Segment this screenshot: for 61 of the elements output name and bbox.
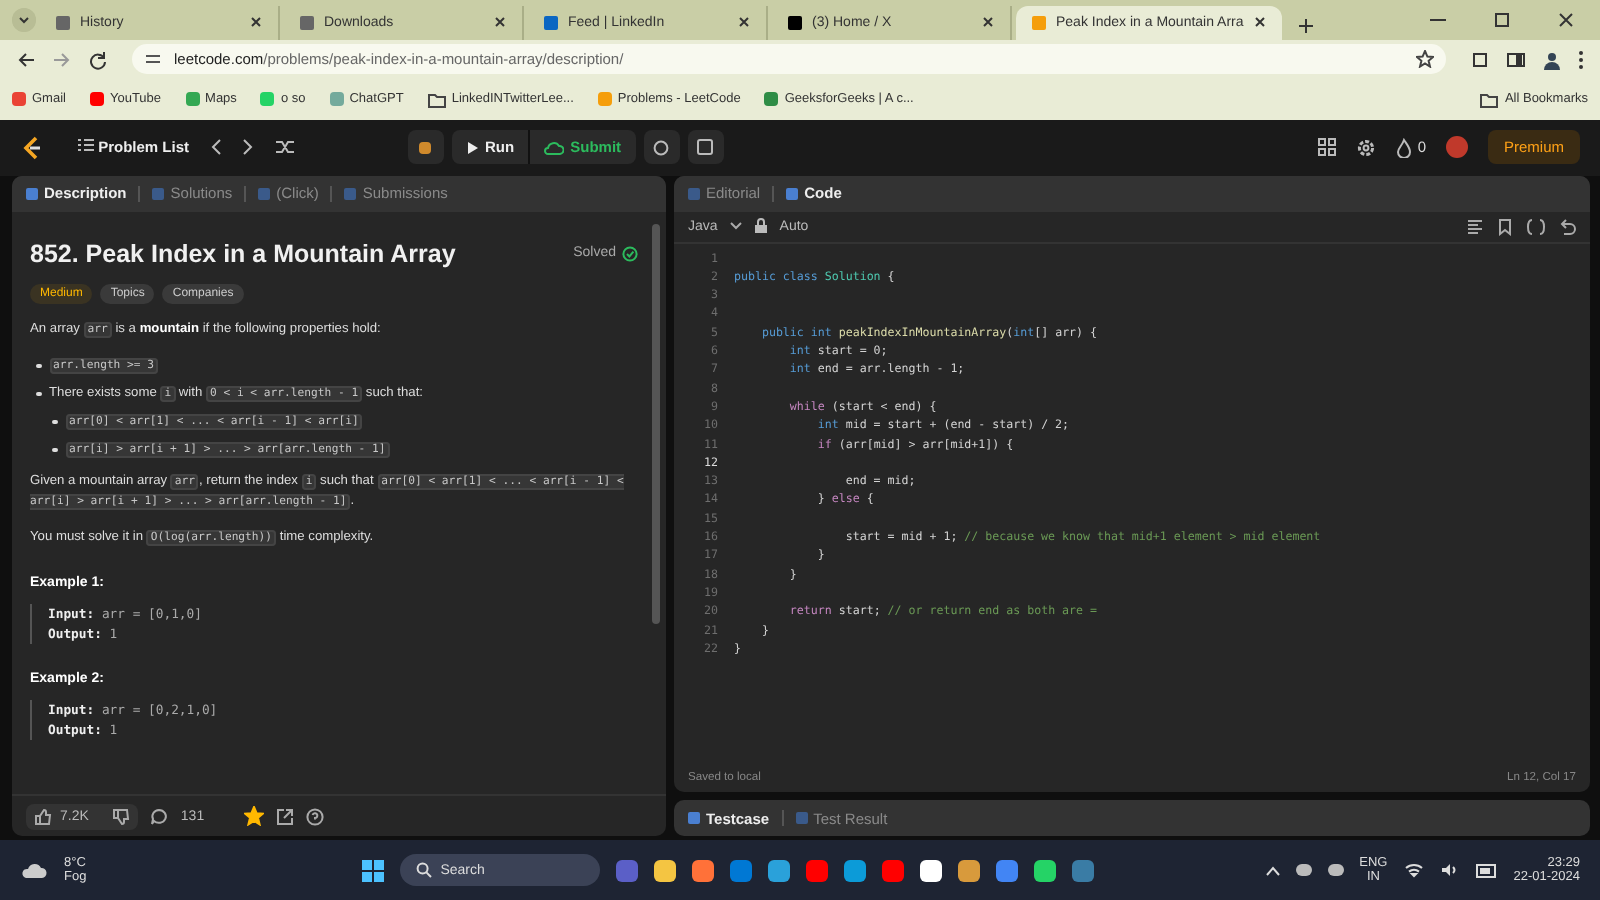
- thumbs-up-icon[interactable]: [34, 807, 52, 826]
- app-icon[interactable]: [958, 859, 981, 882]
- braces-icon[interactable]: [1526, 217, 1546, 236]
- check-circle-icon: [622, 245, 638, 262]
- bookmark-icon[interactable]: [1496, 217, 1514, 236]
- undo-icon[interactable]: [1558, 217, 1576, 236]
- bullet-icon: [36, 363, 41, 369]
- cloud-upload-icon: [544, 139, 565, 156]
- search-icon[interactable]: [416, 862, 433, 879]
- battery-icon[interactable]: [1475, 863, 1498, 878]
- chevron-up-icon[interactable]: [1265, 865, 1280, 876]
- layout-icon[interactable]: [1317, 138, 1336, 157]
- bullet-icon: [52, 447, 57, 453]
- menu-icon[interactable]: [1578, 49, 1584, 70]
- logo-icon[interactable]: [20, 134, 42, 161]
- back-icon[interactable]: [16, 49, 36, 70]
- list-icon: [78, 138, 94, 153]
- help-icon[interactable]: [306, 807, 325, 826]
- comment-icon[interactable]: [150, 807, 169, 826]
- folder-icon: [1480, 91, 1499, 108]
- close-tab-icon[interactable]: [250, 16, 262, 29]
- close-tab-icon[interactable]: [982, 16, 994, 29]
- problem-title: 852. Peak Index in a Mountain Array: [30, 239, 458, 268]
- bullet-icon: [36, 391, 41, 397]
- debug-icon[interactable]: [407, 130, 444, 165]
- close-tab-icon[interactable]: [738, 16, 750, 29]
- folder-icon: [427, 91, 446, 108]
- avatar-icon[interactable]: [1542, 49, 1562, 70]
- alarm-icon[interactable]: [643, 130, 680, 165]
- start-icon[interactable]: [362, 859, 385, 882]
- bookmark-star-icon[interactable]: [1416, 50, 1434, 69]
- format-icon[interactable]: [1466, 217, 1484, 236]
- extensions-icon[interactable]: [1470, 49, 1490, 70]
- app-icon[interactable]: [1034, 859, 1057, 882]
- site-info-icon[interactable]: [144, 50, 162, 69]
- play-icon: [465, 139, 480, 156]
- chevron-down-icon[interactable]: [729, 222, 742, 231]
- app-icon[interactable]: [692, 859, 715, 882]
- speaker-icon[interactable]: [1439, 862, 1460, 879]
- shuffle-icon[interactable]: [273, 138, 296, 157]
- lock-icon: [753, 218, 768, 235]
- close-tab-icon[interactable]: [1253, 16, 1266, 29]
- sidebar-icon[interactable]: [1506, 49, 1526, 70]
- close-icon[interactable]: [1556, 9, 1576, 30]
- note-icon[interactable]: [687, 130, 724, 165]
- new-tab-icon[interactable]: [1297, 17, 1314, 34]
- wifi-icon[interactable]: [1403, 862, 1424, 879]
- previous-icon[interactable]: [209, 138, 222, 157]
- reload-icon[interactable]: [88, 49, 108, 70]
- star-icon[interactable]: [244, 806, 265, 827]
- scrollbar[interactable]: [652, 223, 660, 624]
- close-tab-icon[interactable]: [494, 16, 506, 29]
- app-icon[interactable]: [654, 859, 677, 882]
- maximize-icon[interactable]: [1492, 9, 1512, 30]
- share-icon[interactable]: [276, 807, 295, 826]
- bullet-icon: [52, 419, 57, 425]
- next-icon[interactable]: [241, 138, 254, 157]
- settings-icon[interactable]: [1355, 137, 1376, 158]
- thumbs-down-icon[interactable]: [112, 807, 131, 826]
- app-icon[interactable]: [920, 859, 943, 882]
- cloud-icon[interactable]: [20, 860, 48, 881]
